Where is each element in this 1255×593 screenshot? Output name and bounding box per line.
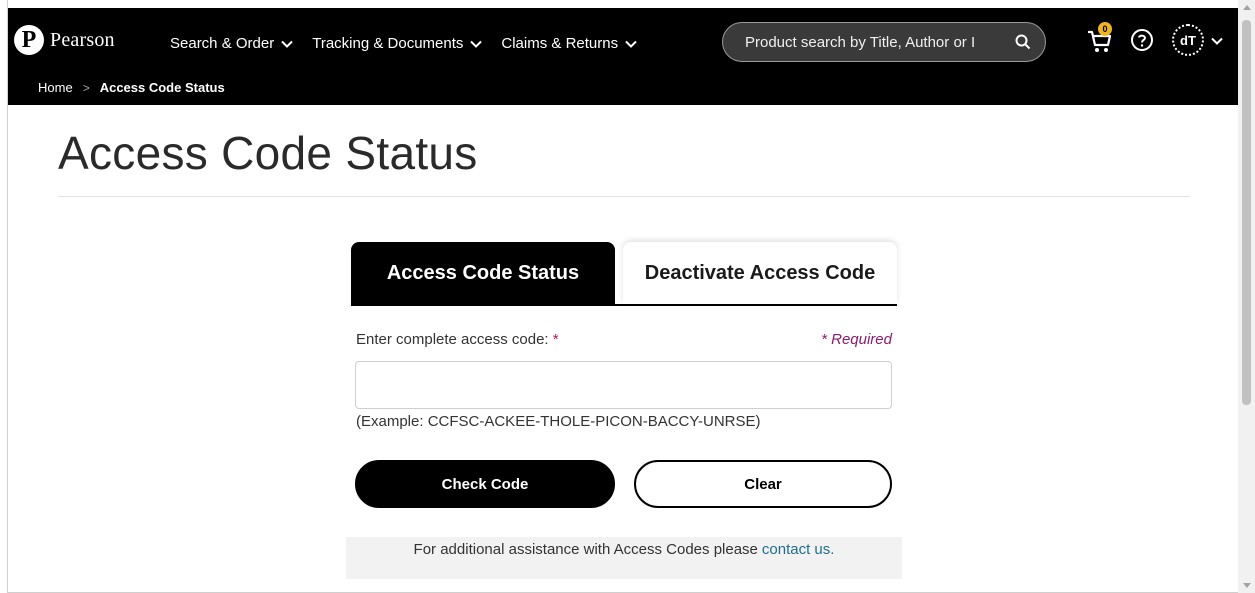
assistance-text: For additional assistance with Access Co…	[413, 541, 758, 558]
nav-claims-returns-label: Claims & Returns	[501, 35, 619, 52]
product-search-input[interactable]: Product search by Title, Author or I	[722, 22, 1046, 62]
nav-search-order[interactable]: Search & Order	[170, 35, 294, 52]
global-header: P Pearson Search & Order Tracking & Docu…	[8, 8, 1238, 105]
nav-tracking-documents-label: Tracking & Documents	[312, 35, 464, 52]
chevron-down-icon[interactable]	[1210, 34, 1224, 48]
clear-button[interactable]: Clear	[634, 460, 892, 508]
pearson-logo-text: Pearson	[50, 28, 115, 51]
required-star: *	[552, 331, 559, 348]
breadcrumb-current: Access Code Status	[99, 80, 225, 95]
browser-frame: P Pearson Search & Order Tracking & Docu…	[0, 0, 1255, 593]
search-icon[interactable]	[1015, 34, 1031, 50]
chevron-down-icon	[625, 40, 637, 48]
pearson-logo-mark: P	[14, 25, 44, 55]
help-icon[interactable]	[1130, 28, 1154, 52]
assistance-note: For additional assistance with Access Co…	[346, 537, 902, 579]
page-title: Access Code Status	[58, 127, 478, 179]
breadcrumb: Home > Access Code Status	[38, 80, 225, 95]
tab-deactivate-access-code[interactable]: Deactivate Access Code	[623, 242, 897, 304]
access-code-example: (Example: CCFSC-ACKEE-THOLE-PICON-BACCY-…	[356, 413, 761, 430]
pearson-logo[interactable]: P Pearson	[14, 25, 115, 55]
scroll-up-arrow[interactable]	[1243, 5, 1251, 10]
access-code-input[interactable]	[355, 361, 892, 409]
page-scrollbar[interactable]	[1238, 0, 1255, 593]
cart-count-badge: 0	[1098, 22, 1112, 36]
access-code-label: Enter complete access code: *	[356, 331, 559, 348]
breadcrumb-home[interactable]: Home	[38, 80, 73, 95]
tab-access-code-status[interactable]: Access Code Status	[351, 242, 615, 304]
main-nav: Search & Order Tracking & Documents Clai…	[170, 35, 638, 52]
search-placeholder: Product search by Title, Author or I	[745, 33, 976, 51]
scroll-thumb[interactable]	[1242, 20, 1251, 405]
cart-button[interactable]: 0	[1086, 22, 1114, 54]
nav-claims-returns[interactable]: Claims & Returns	[501, 35, 638, 52]
chevron-down-icon	[470, 40, 483, 48]
access-code-label-text: Enter complete access code:	[356, 331, 549, 348]
chevron-down-icon	[281, 40, 293, 48]
title-divider	[58, 196, 1190, 197]
access-code-tabs: Access Code Status Deactivate Access Cod…	[351, 242, 897, 306]
breadcrumb-separator: >	[82, 80, 90, 95]
required-note: * Required	[821, 331, 892, 348]
scroll-down-arrow[interactable]	[1243, 583, 1251, 588]
nav-search-order-label: Search & Order	[170, 35, 275, 52]
nav-tracking-documents[interactable]: Tracking & Documents	[312, 35, 483, 52]
window-edge	[0, 0, 8, 593]
check-code-button[interactable]: Check Code	[355, 460, 615, 508]
avatar[interactable]: dT	[1172, 24, 1204, 56]
contact-us-link[interactable]: contact us.	[762, 541, 835, 579]
